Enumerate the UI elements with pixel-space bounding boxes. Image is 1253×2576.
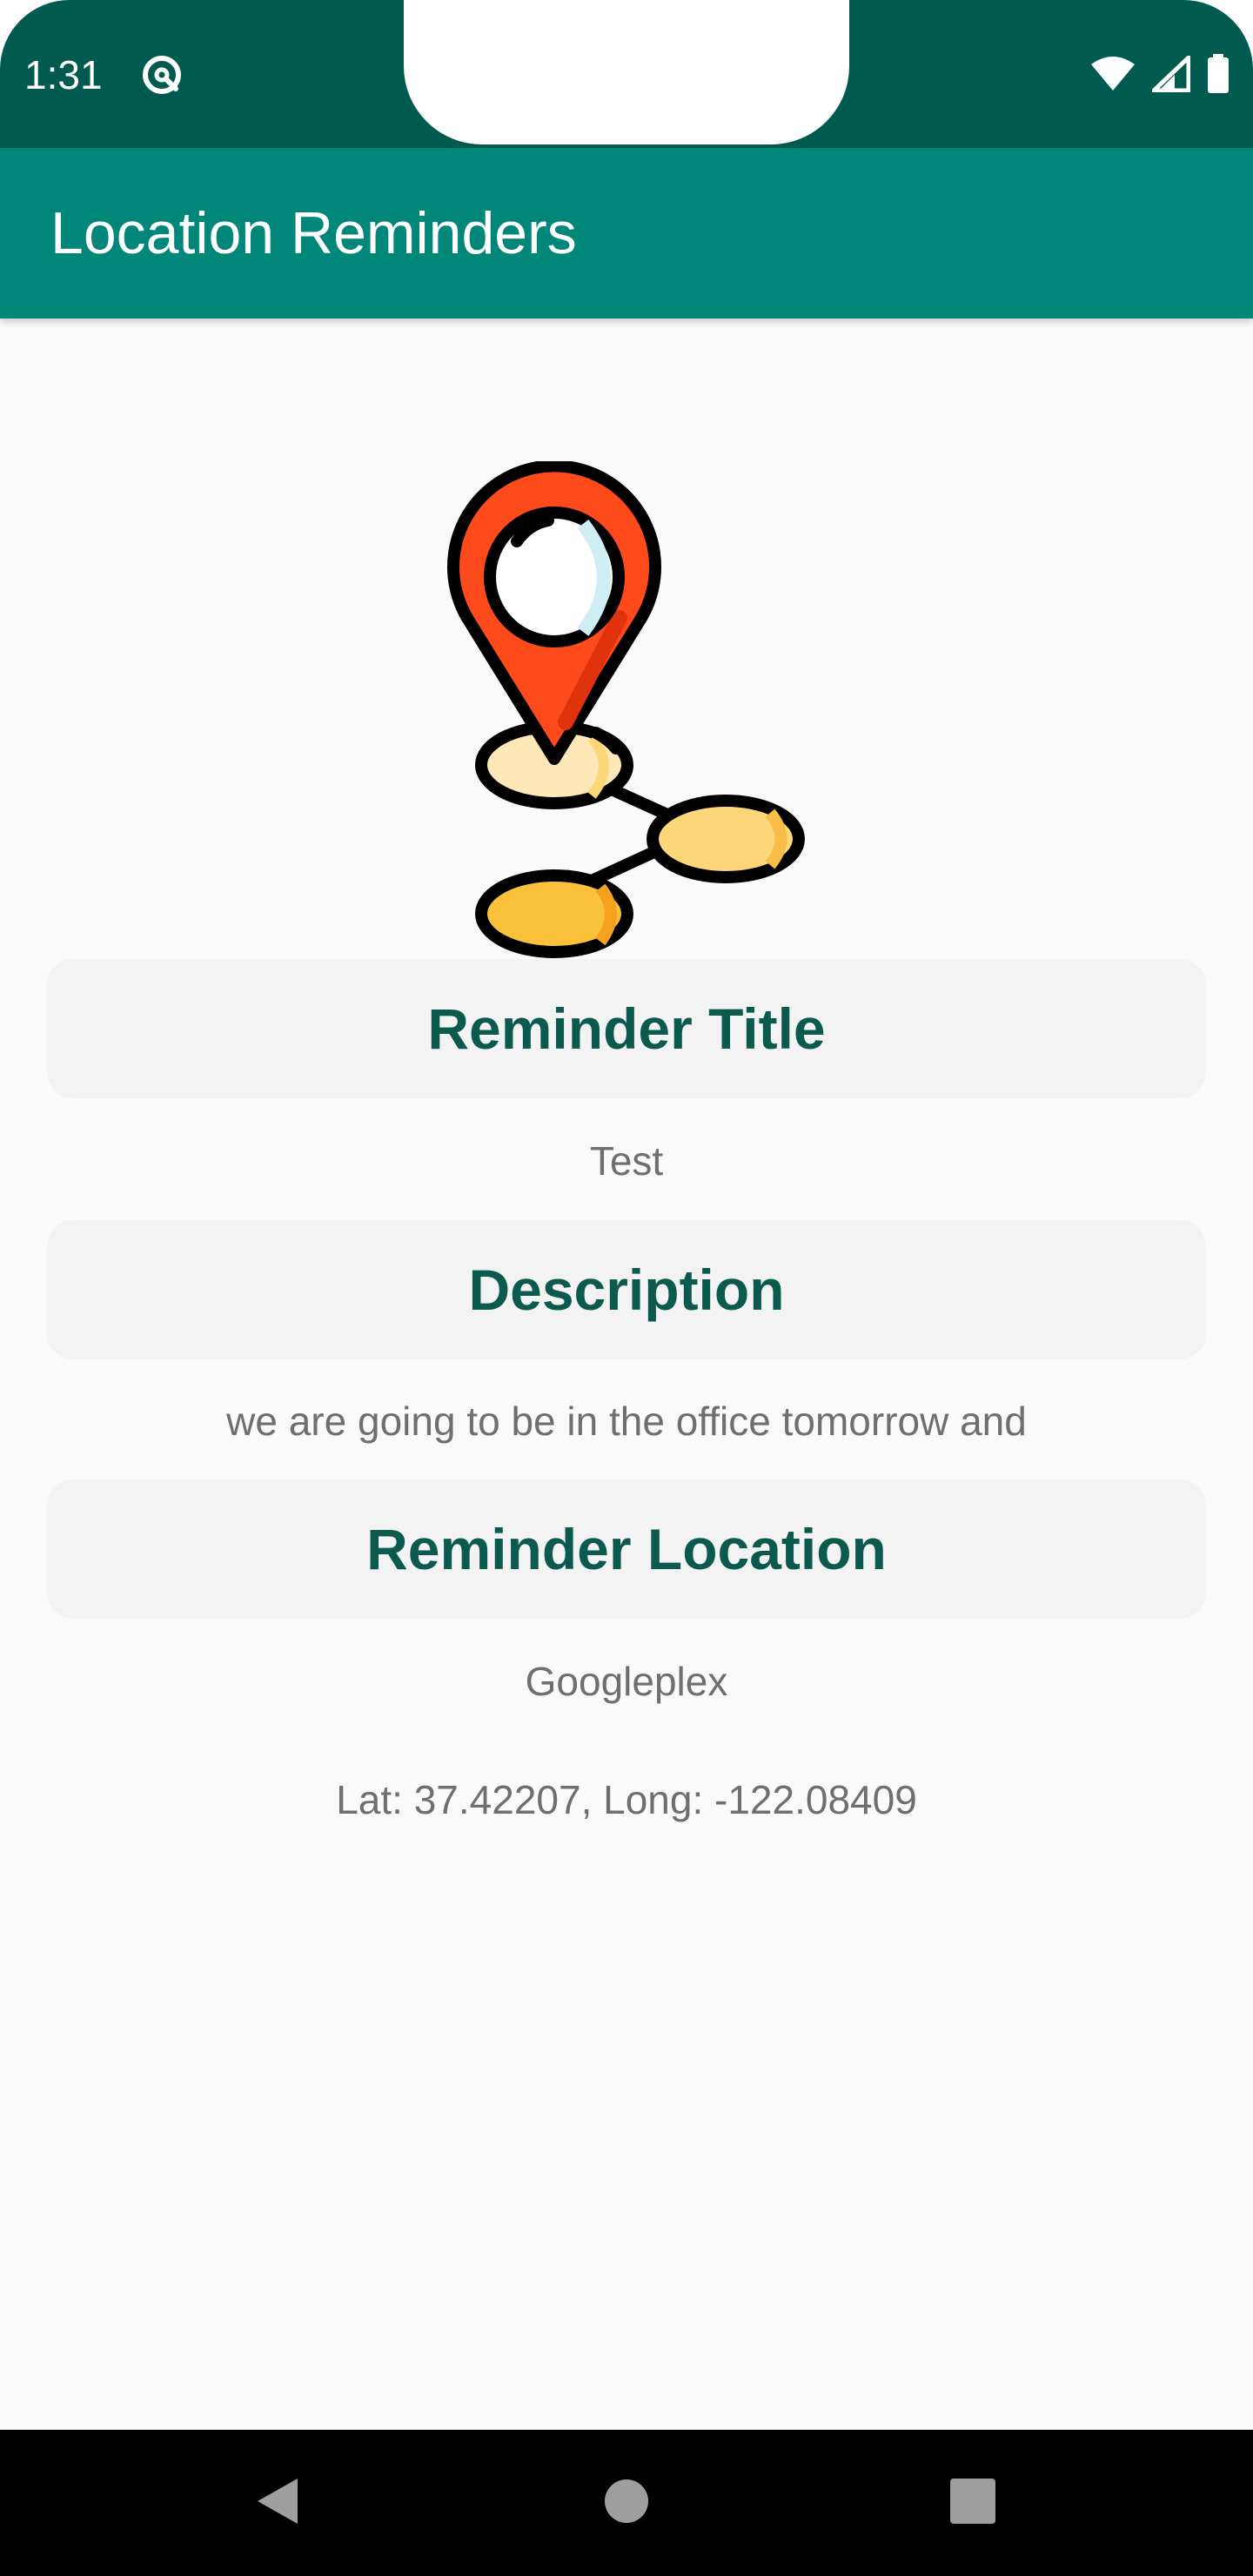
- reminder-title-value: Test: [589, 1138, 664, 1184]
- location-pin-route-icon: [435, 460, 818, 966]
- recents-button[interactable]: [929, 2459, 1016, 2546]
- back-button[interactable]: [233, 2459, 320, 2546]
- description-header: Description: [47, 1220, 1206, 1359]
- battery-icon: [1206, 54, 1230, 98]
- reminder-location-value: Googleplex: [525, 1659, 728, 1704]
- reminder-location-header: Reminder Location: [47, 1479, 1206, 1619]
- reminder-title-header: Reminder Title: [47, 959, 1206, 1098]
- camera-notch: [404, 0, 849, 144]
- data-saver-icon: [139, 52, 184, 97]
- recents-icon: [949, 2478, 996, 2529]
- status-icons: [1089, 54, 1230, 98]
- signal-icon: [1151, 55, 1191, 97]
- wifi-icon: [1089, 56, 1136, 97]
- status-bar: 1:31: [0, 0, 1253, 148]
- navigation-bar: [0, 2430, 1253, 2576]
- home-button[interactable]: [583, 2459, 670, 2546]
- description-value: we are going to be in the office tomorro…: [226, 1399, 1027, 1444]
- status-time: 1:31: [24, 52, 103, 97]
- screen: 1:31 Location Reminders Reminder Title T…: [0, 0, 1253, 2576]
- location-coordinates: Lat: 37.42207, Long: -122.08409: [336, 1777, 917, 1822]
- home-icon: [603, 2478, 650, 2529]
- app-bar: Location Reminders: [0, 148, 1253, 319]
- app-title: Location Reminders: [50, 200, 577, 266]
- back-icon: [252, 2475, 301, 2532]
